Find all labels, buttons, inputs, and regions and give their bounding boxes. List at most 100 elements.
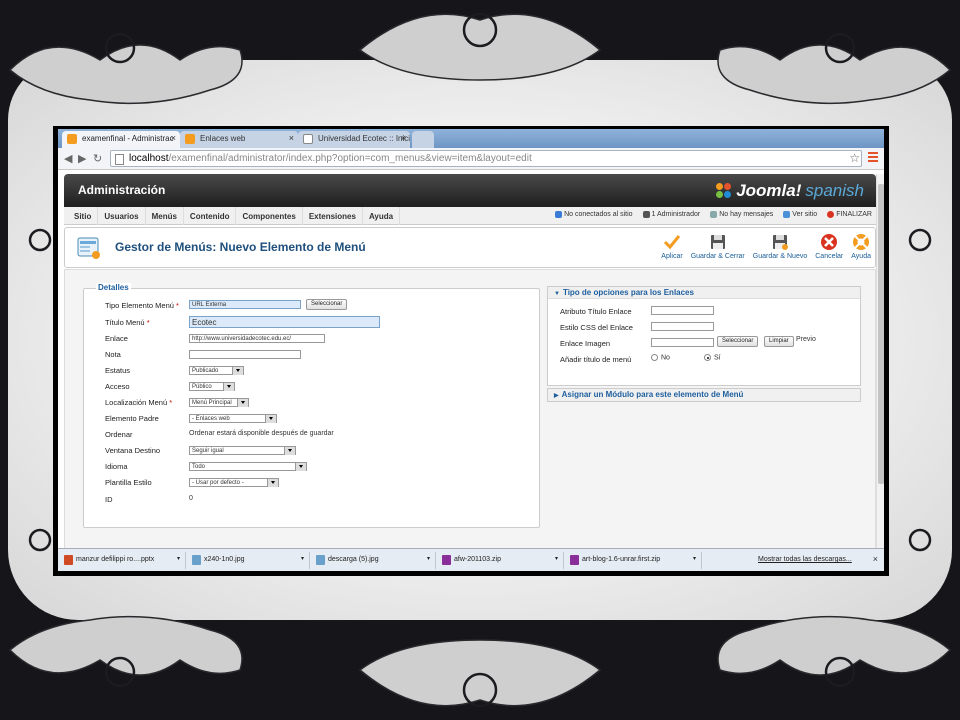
download-item[interactable]: afw-201103.zip ▾	[440, 552, 564, 569]
id-value: 0	[189, 495, 193, 502]
label-enlace: Enlace	[105, 334, 128, 343]
parent-item-select[interactable]: - Enlaces web	[189, 414, 277, 423]
label-tipo: Tipo Elemento Menú *	[105, 301, 179, 310]
menu-ayuda[interactable]: Ayuda	[363, 207, 401, 225]
target-window-select[interactable]: Seguir igual	[189, 446, 296, 455]
label-estatus: Estatus	[105, 366, 131, 375]
save-icon	[710, 235, 725, 249]
new-tab-button[interactable]	[412, 131, 434, 148]
vertical-scrollbar[interactable]	[876, 174, 884, 569]
chevron-down-icon: ▾	[554, 556, 558, 562]
monitor-icon	[783, 211, 791, 218]
url-host: localhost	[129, 153, 169, 164]
chevron-down-icon: ▾	[300, 556, 304, 562]
select-image-button[interactable]: Seleccionar	[717, 336, 759, 347]
menu-title-input[interactable]: Ecotec	[189, 316, 380, 328]
bookmark-star-icon[interactable]: ☆	[849, 151, 860, 165]
radio-yes[interactable]: Sí	[704, 354, 721, 361]
module-assignment-panel: ▶ Asignar un Módulo para este elemento de…	[547, 388, 861, 402]
radio-no[interactable]: No	[651, 354, 670, 361]
menu-item-type-field[interactable]: URL Externa	[189, 300, 301, 309]
cancel-icon	[821, 234, 838, 250]
chevron-down-icon: ▾	[692, 556, 696, 562]
link-options-header[interactable]: ▼ Tipo de opciones para los Enlaces	[548, 287, 860, 299]
admin-menu: Sitio Usuarios Menús Contenido Component…	[64, 207, 876, 225]
template-style-select[interactable]: - Usar por defecto -	[189, 478, 279, 487]
mail-icon	[710, 211, 718, 218]
link-title-attr-input[interactable]	[651, 306, 714, 315]
close-icon[interactable]: ×	[401, 133, 406, 143]
clear-image-button[interactable]: Limpiar	[764, 336, 794, 347]
label-acceso: Acceso	[105, 382, 130, 391]
user-icon	[642, 211, 650, 218]
status-messages[interactable]: No hay mensajes	[710, 211, 773, 218]
reload-icon[interactable]: ↻	[93, 152, 102, 165]
save-new-button[interactable]: Guardar & Nuevo	[753, 231, 807, 260]
chevron-down-icon	[299, 465, 303, 468]
menu-extensiones[interactable]: Extensiones	[303, 207, 363, 225]
language-select[interactable]: Todo	[189, 462, 307, 471]
download-item[interactable]: descarga (5).jpg ▾	[314, 552, 436, 569]
url-input[interactable]: localhost/examenfinal/administrator/inde…	[110, 150, 862, 167]
screenshot-frame: examenfinal - Administrac × Enlaces web …	[53, 126, 889, 576]
download-item[interactable]: manzur defilippi ro....pptx ▾	[62, 552, 186, 569]
scroll-thumb[interactable]	[878, 184, 884, 484]
close-icon[interactable]: ×	[873, 554, 878, 564]
link-input[interactable]: http://www.universidadecotec.edu.ec/	[189, 334, 325, 343]
status-admins: 1 Administrador	[642, 211, 700, 218]
download-item[interactable]: art-blog-1.6-unrar.first.zip ▾	[568, 552, 702, 569]
menu-contenido[interactable]: Contenido	[184, 207, 237, 225]
browser-menu-icon[interactable]	[868, 152, 878, 163]
chevron-down-icon	[271, 481, 275, 484]
close-icon[interactable]: ×	[289, 133, 294, 143]
label-link-css: Estilo CSS del Enlace	[560, 323, 633, 332]
menu-menus[interactable]: Menús	[146, 207, 184, 225]
link-image-input[interactable]	[651, 338, 714, 347]
zip-file-icon	[442, 555, 451, 565]
menu-location-select[interactable]: Menú Principal	[189, 398, 249, 407]
chevron-down-icon: ▾	[426, 556, 430, 562]
link-options-panel: ▼ Tipo de opciones para los Enlaces Atrib…	[547, 286, 861, 386]
browser-window: examenfinal - Administrac × Enlaces web …	[58, 129, 884, 571]
help-button[interactable]: Ayuda	[851, 231, 871, 260]
joomla-logo: Joomla! spanish	[716, 180, 864, 202]
menu-componentes[interactable]: Componentes	[236, 207, 303, 225]
save-close-button[interactable]: Guardar & Cerrar	[691, 231, 745, 260]
chevron-down-icon	[288, 449, 292, 452]
menu-usuarios[interactable]: Usuarios	[98, 207, 146, 225]
select-type-button[interactable]: Seleccionar	[306, 299, 348, 310]
label-idioma: Idioma	[105, 462, 128, 471]
joomla-icon	[185, 134, 195, 144]
details-legend: Detalles	[96, 283, 131, 292]
label-id: ID	[105, 495, 113, 504]
view-site-link[interactable]: Ver sitio	[783, 211, 817, 218]
link-css-input[interactable]	[651, 322, 714, 331]
status-select[interactable]: Publicado	[189, 366, 244, 375]
label-nota: Nota	[105, 350, 121, 359]
label-padre: Elemento Padre	[105, 414, 159, 423]
chevron-down-icon	[241, 401, 245, 404]
tab-universidad-ecotec[interactable]: Universidad Ecotec :: Inici ×	[298, 131, 410, 148]
admin-header: Administración Joomla! spanish	[64, 174, 876, 207]
tab-bar: examenfinal - Administrac × Enlaces web …	[58, 129, 884, 148]
show-all-downloads-link[interactable]: Mostrar todas las descargas...	[758, 556, 852, 563]
zip-file-icon	[570, 555, 579, 565]
close-icon[interactable]: ×	[171, 133, 176, 143]
apply-button[interactable]: Aplicar	[661, 231, 683, 260]
module-assignment-header[interactable]: ▶ Asignar un Módulo para este elemento de…	[548, 389, 860, 401]
menu-sitio[interactable]: Sitio	[68, 207, 99, 225]
cancel-button[interactable]: Cancelar	[815, 231, 843, 260]
download-item[interactable]: x240-1n0.jpg ▾	[190, 552, 310, 569]
back-icon[interactable]: ◀	[64, 152, 72, 165]
download-bar: manzur defilippi ro....pptx ▾ x240-1n0.jp…	[58, 548, 884, 571]
details-fieldset: Detalles Tipo Elemento Menú * URL Extern…	[83, 283, 540, 528]
joomla-logo-icon	[716, 183, 732, 199]
logout-link[interactable]: FINALIZAR	[827, 211, 872, 218]
tab-enlaces-web[interactable]: Enlaces web ×	[180, 131, 298, 148]
tab-examenfinal[interactable]: examenfinal - Administrac ×	[62, 131, 180, 148]
chevron-down-icon	[269, 417, 273, 420]
note-input[interactable]	[189, 350, 301, 359]
forward-icon[interactable]: ▶	[78, 152, 86, 165]
access-select[interactable]: Público	[189, 382, 235, 391]
url-path: /examenfinal/administrator/index.php?opt…	[168, 153, 532, 164]
